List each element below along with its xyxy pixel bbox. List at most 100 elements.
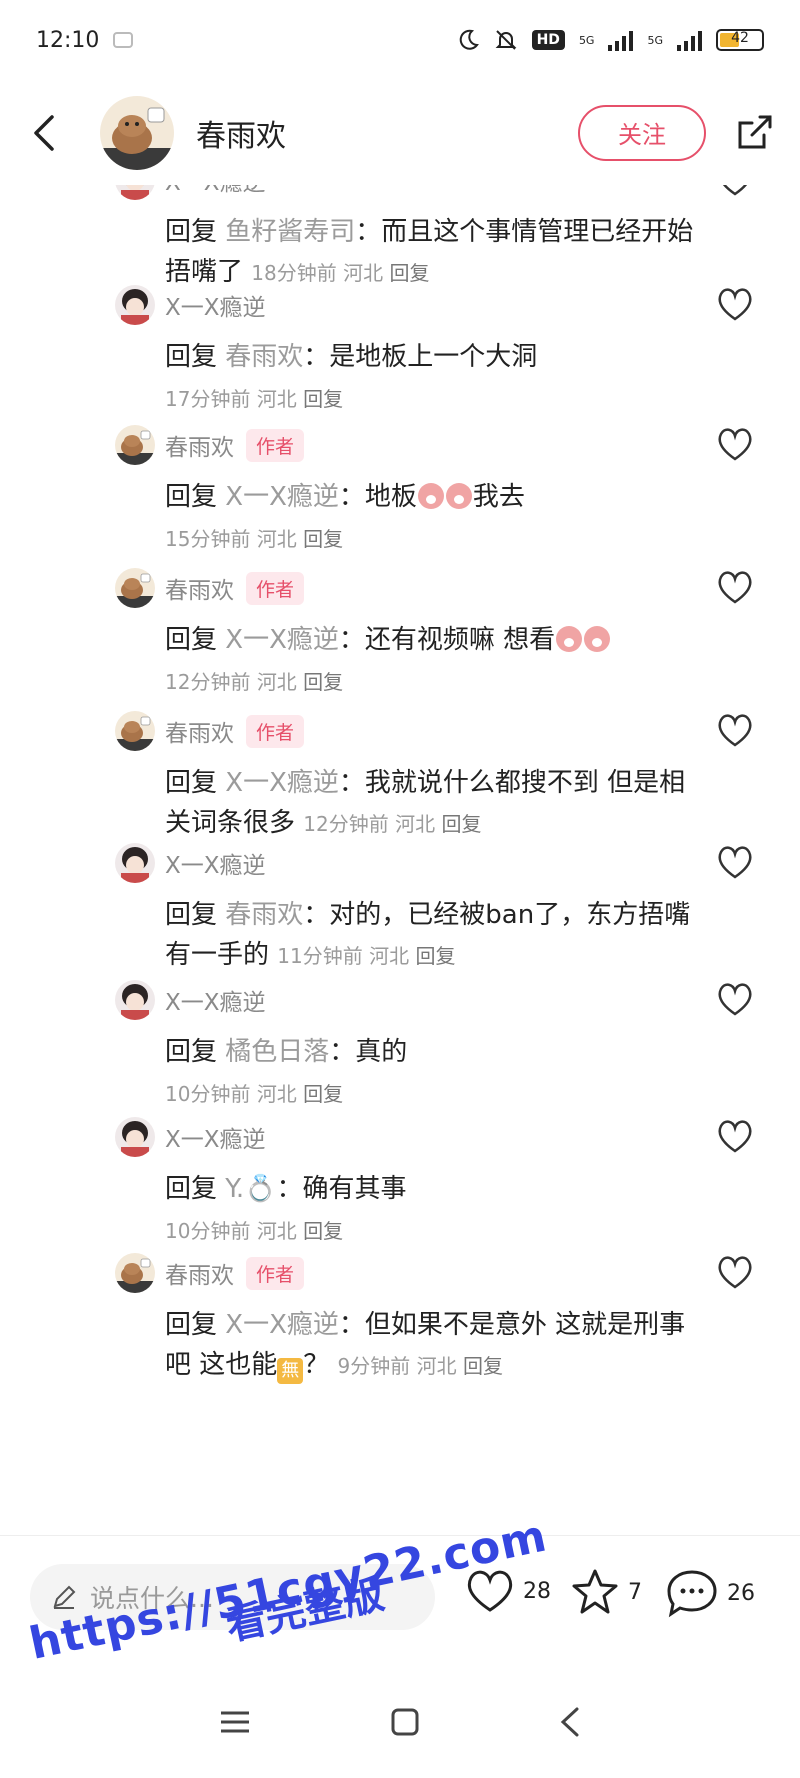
comment-meta: 10分钟前 河北 回复: [165, 1215, 755, 1244]
avatar[interactable]: [115, 711, 155, 751]
like-heart-icon[interactable]: [715, 185, 755, 200]
avatar[interactable]: [115, 1253, 155, 1293]
reply-target[interactable]: X一X瘾逆: [225, 625, 339, 655]
reply-target[interactable]: X一X瘾逆: [225, 768, 339, 798]
comment-body[interactable]: 回复 鱼籽酱寿司：而且这个事情管理已经开始捂嘴了 18分钟前 河北 回复: [165, 212, 695, 293]
comment-time: 15分钟前: [165, 527, 251, 551]
reply-link[interactable]: 回复: [389, 261, 429, 285]
comment-item: X一X瘾逆回复 春雨欢：是地板上一个大洞 17分钟前 河北 回复: [115, 285, 755, 412]
commenter-name[interactable]: 春雨欢: [165, 571, 234, 605]
comment-meta: 15分钟前 河北 回复: [165, 523, 755, 552]
status-bar: 12:10 HD 5G 5G 42: [0, 0, 800, 80]
avatar[interactable]: [115, 425, 155, 465]
comment-location: 河北: [256, 670, 297, 694]
avatar[interactable]: [100, 95, 174, 170]
reply-target[interactable]: Y.💍: [225, 1174, 276, 1204]
reply-prefix: 回复: [165, 217, 218, 247]
commenter-name[interactable]: X一X瘾逆: [165, 1120, 266, 1154]
reply-link[interactable]: 回复: [415, 944, 455, 968]
reply-link[interactable]: 回复: [463, 1354, 503, 1378]
like-heart-icon[interactable]: [715, 1253, 755, 1293]
avatar[interactable]: [115, 1117, 155, 1157]
reply-target[interactable]: 春雨欢: [225, 900, 303, 930]
author-badge: 作者: [246, 1256, 305, 1290]
comment-button[interactable]: 26: [665, 1568, 755, 1618]
author-badge: 作者: [246, 571, 305, 605]
reply-prefix: 回复: [165, 1037, 218, 1067]
reply-link[interactable]: 回复: [303, 387, 343, 411]
reply-link[interactable]: 回复: [303, 1082, 343, 1106]
like-heart-icon[interactable]: [715, 980, 755, 1020]
like-heart-icon[interactable]: [715, 285, 755, 325]
like-heart-icon[interactable]: [715, 843, 755, 883]
like-heart-icon[interactable]: [715, 711, 755, 751]
comment-text: ：确有其事: [276, 1174, 407, 1204]
reply-link[interactable]: 回复: [303, 670, 343, 694]
favorite-button[interactable]: 7: [570, 1568, 642, 1616]
input-placeholder: 说点什么...: [90, 1584, 214, 1613]
system-nav-bar: [0, 1665, 800, 1778]
avatar[interactable]: [115, 285, 155, 325]
avatar[interactable]: [115, 185, 155, 200]
comment-item: X一X瘾逆回复 Y.💍：确有其事 10分钟前 河北 回复: [115, 1117, 755, 1244]
like-heart-icon[interactable]: [715, 1117, 755, 1157]
reply-link[interactable]: 回复: [441, 812, 481, 836]
comment-body[interactable]: 回复 春雨欢：对的，已经被ban了，东方捂嘴有一手的 11分钟前 河北 回复: [165, 895, 695, 976]
commenter-name[interactable]: X一X瘾逆: [165, 846, 266, 880]
comment-body[interactable]: 回复 橘色日落：真的: [165, 1032, 695, 1072]
reply-target[interactable]: 橘色日落: [225, 1037, 329, 1067]
comment-header: X一X瘾逆: [115, 980, 755, 1020]
comment-body[interactable]: 回复 X一X瘾逆：我就说什么都搜不到 但是相关词条很多 12分钟前 河北 回复: [165, 763, 695, 844]
comment-meta: 9分钟前 河北 回复: [338, 1354, 503, 1378]
menu-icon[interactable]: [217, 1707, 253, 1737]
home-icon[interactable]: [388, 1705, 422, 1739]
comment-time: 10分钟前: [165, 1219, 251, 1243]
back-nav-icon[interactable]: [557, 1705, 583, 1739]
comment-meta: 17分钟前 河北 回复: [165, 383, 755, 412]
comment-body[interactable]: 回复 Y.💍：确有其事: [165, 1169, 695, 1209]
commenter-name[interactable]: X一X瘾逆: [165, 288, 266, 322]
avatar[interactable]: [115, 980, 155, 1020]
avatar[interactable]: [115, 843, 155, 883]
comment-header: 春雨欢 作者: [115, 425, 755, 465]
commenter-name[interactable]: 春雨欢: [165, 428, 234, 462]
reply-target[interactable]: 鱼籽酱寿司: [225, 217, 355, 247]
reply-target[interactable]: X一X瘾逆: [225, 1310, 339, 1340]
comment-input[interactable]: 说点什么...: [30, 1564, 435, 1630]
page-title: 春雨欢: [196, 118, 286, 154]
comment-text: ：是地板上一个大洞: [303, 342, 538, 372]
comment-time: 10分钟前: [165, 1082, 251, 1106]
like-heart-icon[interactable]: [715, 425, 755, 465]
comment-item: X一X瘾逆回复 鱼籽酱寿司：而且这个事情管理已经开始捂嘴了 18分钟前 河北 回…: [115, 185, 755, 293]
reply-prefix: 回复: [165, 482, 218, 512]
comment-body[interactable]: 回复 X一X瘾逆：但如果不是意外 这就是刑事吧 这也能無？ 9分钟前 河北 回复: [165, 1305, 695, 1386]
commenter-name[interactable]: X一X瘾逆: [165, 983, 266, 1017]
like-heart-icon[interactable]: [715, 568, 755, 608]
comment-body[interactable]: 回复 X一X瘾逆：还有视频嘛 想看: [165, 620, 695, 660]
comment-item: X一X瘾逆回复 春雨欢：对的，已经被ban了，东方捂嘴有一手的 11分钟前 河北…: [115, 843, 755, 976]
comment-item: 春雨欢 作者 回复 X一X瘾逆：我就说什么都搜不到 但是相关词条很多 12分钟前 河…: [115, 711, 755, 844]
reply-target[interactable]: 春雨欢: [225, 342, 303, 372]
back-button[interactable]: [24, 103, 64, 163]
favorite-count: 7: [628, 1579, 642, 1605]
comment-header: 春雨欢 作者: [115, 568, 755, 608]
commenter-name[interactable]: 春雨欢: [165, 1256, 234, 1290]
comment-item: X一X瘾逆回复 橘色日落：真的 10分钟前 河北 回复: [115, 980, 755, 1107]
reply-target[interactable]: X一X瘾逆: [225, 482, 339, 512]
share-icon[interactable]: [732, 111, 776, 155]
follow-button[interactable]: 关注: [578, 104, 706, 161]
commenter-name[interactable]: X一X瘾逆: [165, 185, 266, 197]
scream-emoji-icon: [556, 626, 583, 652]
comment-location: 河北: [369, 944, 410, 968]
reply-link[interactable]: 回复: [303, 1219, 343, 1243]
commenter-name[interactable]: 春雨欢: [165, 714, 234, 748]
capybara-avatar-icon: [100, 107, 174, 170]
avatar[interactable]: [115, 568, 155, 608]
reply-link[interactable]: 回复: [303, 527, 343, 551]
comment-location: 河北: [256, 1219, 297, 1243]
pencil-icon: [53, 1585, 76, 1609]
comment-body[interactable]: 回复 X一X瘾逆：地板 我去: [165, 477, 695, 517]
comment-meta: 10分钟前 河北 回复: [165, 1078, 755, 1107]
comment-body[interactable]: 回复 春雨欢：是地板上一个大洞: [165, 337, 695, 377]
like-button[interactable]: 28: [465, 1568, 551, 1614]
